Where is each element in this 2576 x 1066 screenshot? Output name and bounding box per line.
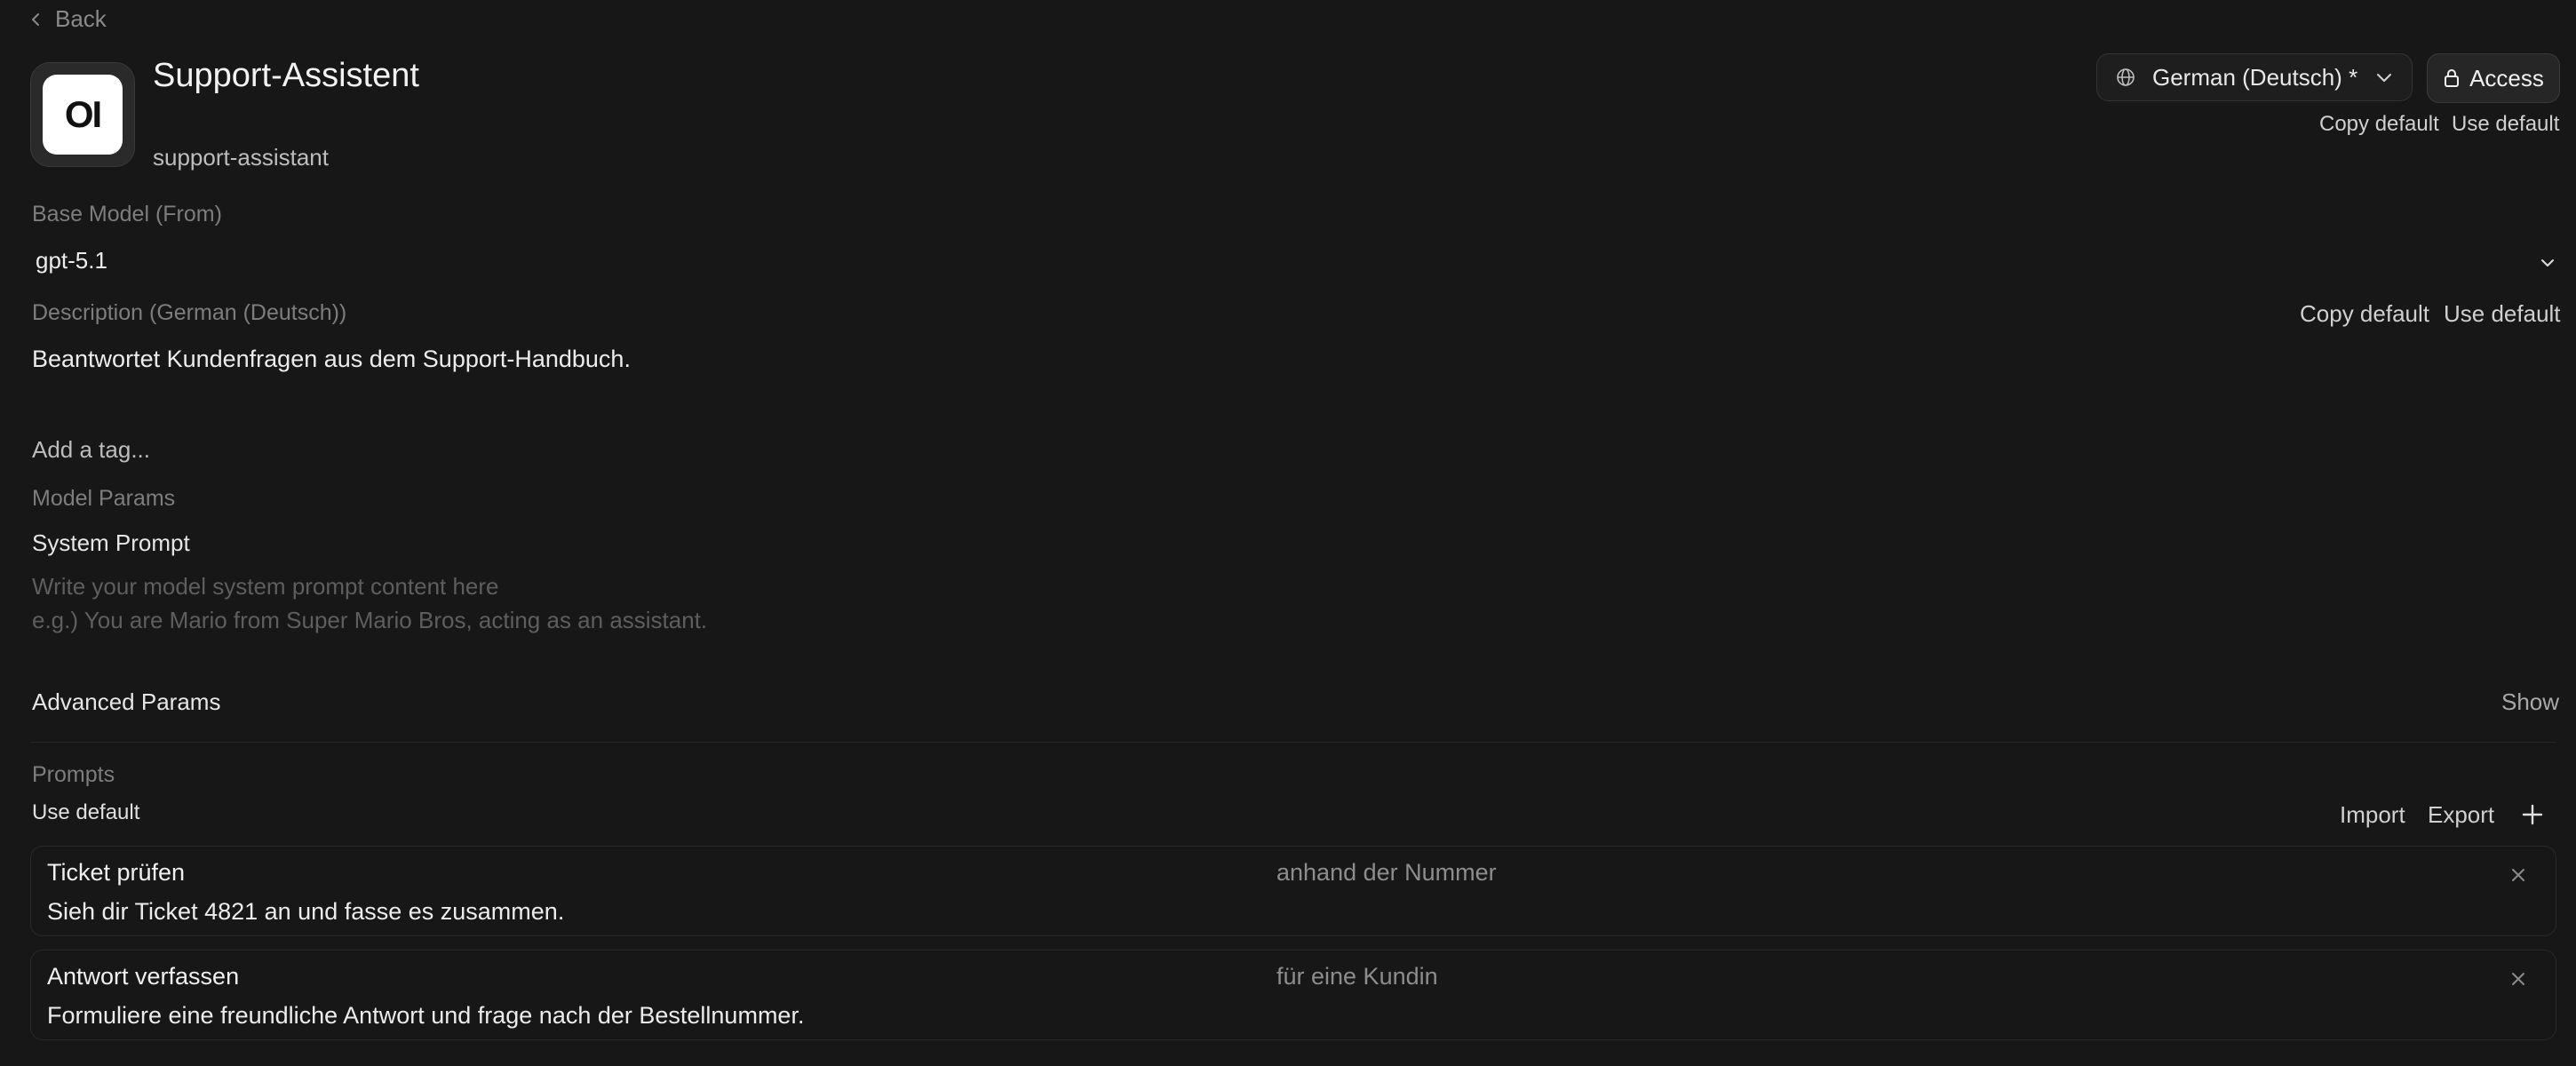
prompt-card: Antwort verfassen für eine Kundin Formul… — [30, 950, 2556, 1040]
advanced-params-label: Advanced Params — [32, 688, 221, 715]
language-select-value: German (Deutsch) * — [2152, 63, 2358, 91]
header-use-default-button[interactable]: Use default — [2452, 112, 2559, 137]
close-icon — [2512, 869, 2524, 881]
remove-prompt-button[interactable] — [2508, 864, 2529, 886]
add-tag-input[interactable]: Add a tag... — [32, 436, 150, 464]
plus-icon — [2522, 804, 2543, 825]
prompt-content-input[interactable]: Sieh dir Ticket 4821 an und fasse es zus… — [47, 898, 564, 926]
system-prompt-label: System Prompt — [32, 529, 190, 556]
section-divider — [30, 742, 2556, 743]
access-button[interactable]: Access — [2427, 53, 2560, 103]
advanced-params-toggle[interactable]: Show — [2501, 688, 2559, 716]
description-copy-default-button[interactable]: Copy default — [2300, 300, 2429, 328]
model-avatar[interactable]: OI — [30, 62, 135, 167]
model-id-input[interactable]: support-assistant — [153, 144, 329, 171]
base-model-label: Base Model (From) — [32, 202, 222, 227]
description-label: Description (German (Deutsch)) — [32, 300, 347, 325]
close-icon — [2512, 973, 2524, 985]
chevron-left-icon — [32, 12, 39, 26]
globe-icon — [2117, 68, 2135, 86]
prompt-hint-input[interactable]: für eine Kundin — [1276, 963, 1438, 990]
prompts-label: Prompts — [32, 762, 115, 787]
lock-icon — [2445, 69, 2460, 87]
back-button[interactable]: Back — [28, 5, 107, 33]
access-label: Access — [2469, 64, 2544, 91]
model-name-input[interactable]: Support-Assistent — [153, 57, 419, 95]
add-prompt-button[interactable] — [2520, 802, 2545, 827]
system-prompt-placeholder-line1: Write your model system prompt content h… — [32, 573, 499, 600]
prompt-content-input[interactable]: Formuliere eine freundliche Antwort und … — [47, 1002, 804, 1030]
prompt-command-input[interactable]: Ticket prüfen — [47, 859, 185, 887]
system-prompt-textarea[interactable]: Write your model system prompt content h… — [32, 573, 2558, 644]
model-params-label: Model Params — [32, 486, 176, 511]
chevron-down-icon — [2541, 259, 2554, 266]
remove-prompt-button[interactable] — [2508, 968, 2529, 990]
prompts-export-button[interactable]: Export — [2428, 801, 2494, 829]
description-input[interactable]: Beantwortet Kundenfragen aus dem Support… — [32, 346, 631, 373]
prompts-use-default-button[interactable]: Use default — [32, 800, 139, 825]
prompts-import-button[interactable]: Import — [2340, 801, 2405, 829]
system-prompt-placeholder-line2: e.g.) You are Mario from Super Mario Bro… — [32, 607, 708, 633]
header-copy-default-button[interactable]: Copy default — [2319, 112, 2439, 137]
description-use-default-button[interactable]: Use default — [2444, 300, 2561, 328]
back-label: Back — [55, 5, 107, 32]
base-model-value: gpt-5.1 — [36, 247, 107, 274]
prompt-command-input[interactable]: Antwort verfassen — [47, 963, 239, 990]
base-model-select[interactable]: gpt-5.1 — [30, 245, 2560, 281]
avatar-logo: OI — [43, 75, 123, 155]
chevron-down-icon — [2377, 74, 2391, 82]
prompt-card: Ticket prüfen anhand der Nummer Sieh dir… — [30, 846, 2556, 936]
prompt-hint-input[interactable]: anhand der Nummer — [1276, 859, 1497, 887]
language-select[interactable]: German (Deutsch) * — [2096, 53, 2413, 101]
